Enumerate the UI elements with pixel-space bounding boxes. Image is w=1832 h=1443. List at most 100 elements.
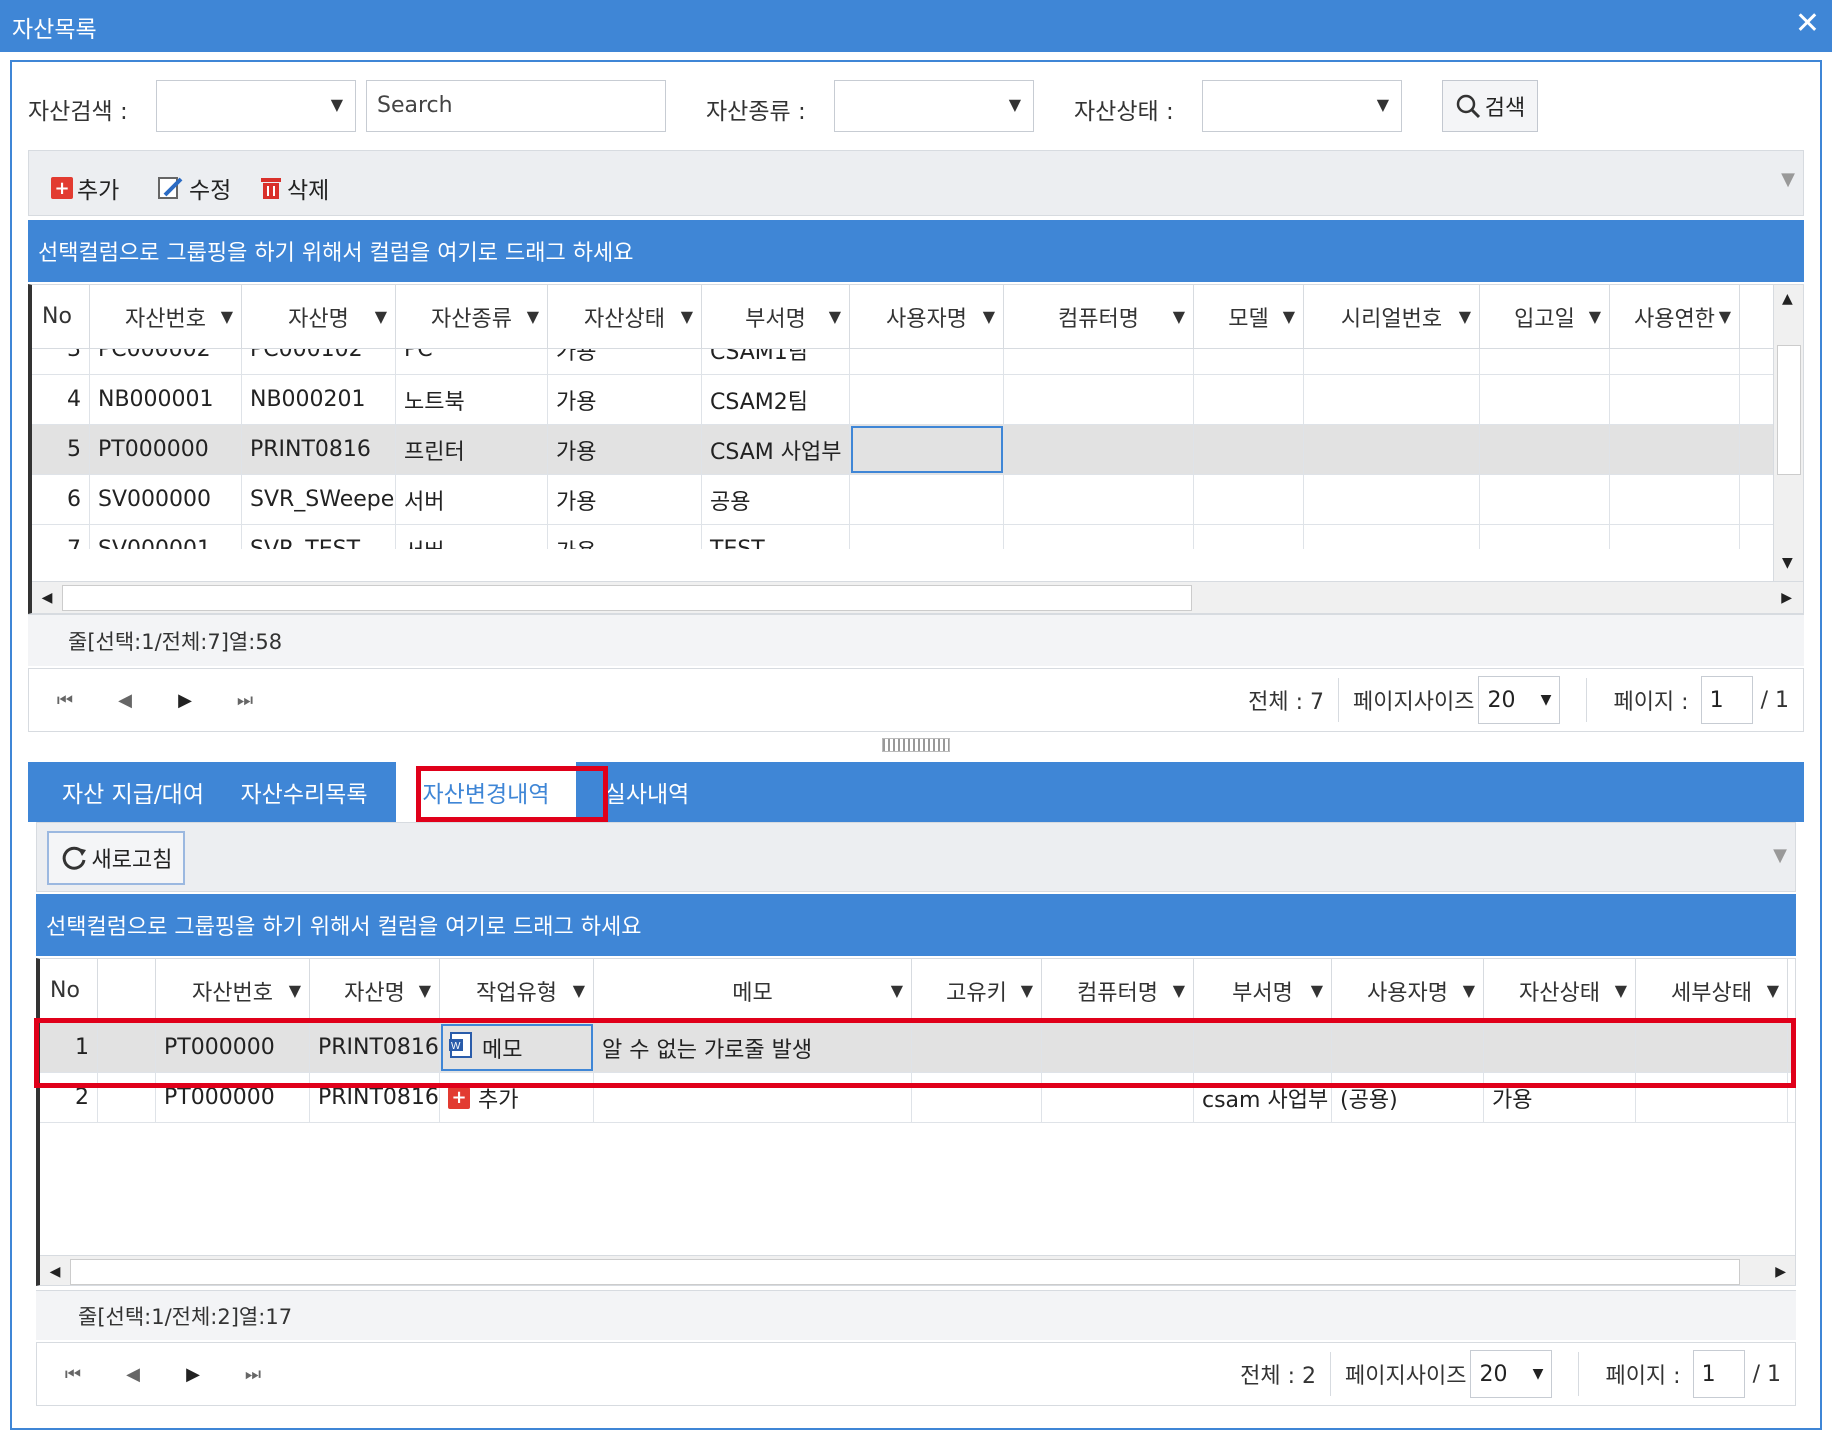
table-row[interactable]: 2 PT000000 PRINT0816 + 추가 csam 사업부 (공용) 가용 bbox=[40, 1073, 1795, 1123]
table-row[interactable]: 7SV000001SVR_TEST서버가용TEST bbox=[32, 525, 1803, 549]
filter-icon[interactable]: ▼ bbox=[1311, 981, 1323, 1000]
table-row[interactable]: 6 SV000000 SVR_SWeeper 서버 가용 공용 bbox=[32, 475, 1803, 525]
collapse-icon[interactable]: ▼ bbox=[1781, 169, 1795, 190]
table-cell[interactable]: 3 bbox=[32, 349, 90, 374]
filter-icon[interactable]: ▼ bbox=[1767, 981, 1779, 1000]
column-header[interactable]: 자산명 ▼ bbox=[310, 959, 440, 1022]
table-cell[interactable]: PRINT0816 bbox=[242, 425, 396, 474]
table-cell[interactable] bbox=[1194, 1023, 1332, 1072]
scroll-thumb[interactable] bbox=[70, 1258, 1740, 1285]
table-cell[interactable]: PC000002 bbox=[90, 349, 242, 374]
table-cell[interactable]: 가용 bbox=[548, 425, 702, 474]
filter-icon[interactable]: ▼ bbox=[1615, 981, 1627, 1000]
next-page-icon[interactable]: ▶ bbox=[173, 1364, 213, 1385]
table-cell[interactable] bbox=[1610, 425, 1740, 474]
scroll-up-icon[interactable]: ▲ bbox=[1782, 291, 1793, 307]
column-header[interactable]: 자산번호 ▼ bbox=[156, 959, 310, 1022]
filter-icon[interactable]: ▼ bbox=[221, 307, 233, 326]
table-cell[interactable]: 2 bbox=[40, 1073, 98, 1122]
column-header[interactable]: No bbox=[32, 285, 90, 348]
table-cell[interactable] bbox=[1332, 1023, 1484, 1072]
table-cell[interactable] bbox=[1636, 1023, 1788, 1072]
table-cell[interactable]: 6 bbox=[32, 475, 90, 524]
table-cell[interactable]: W 메모 bbox=[440, 1023, 594, 1072]
table-cell[interactable]: CSAM 사업부 bbox=[702, 425, 850, 474]
refresh-button[interactable]: 새로고침 bbox=[47, 831, 185, 885]
table-cell[interactable]: (공용) bbox=[1332, 1073, 1484, 1122]
column-header[interactable]: 시리얼번호 ▼ bbox=[1304, 285, 1480, 348]
column-header[interactable]: 컴퓨터명 ▼ bbox=[1042, 959, 1194, 1022]
table-cell[interactable] bbox=[1194, 475, 1304, 524]
table-cell[interactable]: 가용 bbox=[548, 475, 702, 524]
table-row[interactable]: 4 NB000001 NB000201 노트북 가용 CSAM2팀 bbox=[32, 375, 1803, 425]
asset-search-combo[interactable]: ▼ bbox=[156, 80, 356, 132]
column-header[interactable]: 자산번호 ▼ bbox=[90, 285, 242, 348]
scroll-right-icon[interactable]: ▶ bbox=[1775, 1264, 1786, 1280]
column-header[interactable]: 세부상태 ▼ bbox=[1636, 959, 1788, 1022]
page-size-select[interactable]: 20 ▼ bbox=[1478, 676, 1561, 724]
table-cell[interactable] bbox=[1194, 525, 1304, 549]
table-row[interactable]: 5 PT000000 PRINT0816 프린터 가용 CSAM 사업부 bbox=[32, 425, 1803, 475]
table-cell[interactable] bbox=[1480, 525, 1610, 549]
add-button[interactable]: + 추가 bbox=[51, 171, 119, 205]
table-cell[interactable]: 알 수 없는 가로줄 발생 bbox=[594, 1023, 912, 1072]
table-cell[interactable]: PT000000 bbox=[156, 1073, 310, 1122]
table-cell[interactable] bbox=[1304, 349, 1480, 374]
table-cell[interactable] bbox=[1610, 375, 1740, 424]
column-header[interactable]: 자산상태 ▼ bbox=[548, 285, 702, 348]
table-cell[interactable] bbox=[1480, 375, 1610, 424]
table-cell[interactable]: SV000001 bbox=[90, 525, 242, 549]
column-header[interactable]: 메모 ▼ bbox=[594, 959, 912, 1022]
asset-type-combo[interactable]: ▼ bbox=[834, 80, 1034, 132]
search-input[interactable]: Search bbox=[366, 80, 666, 132]
filter-icon[interactable]: ▼ bbox=[1463, 981, 1475, 1000]
table-cell[interactable] bbox=[1480, 349, 1610, 374]
table-cell[interactable]: 프린터 bbox=[396, 425, 548, 474]
column-header[interactable]: 입고일 ▼ bbox=[1480, 285, 1610, 348]
table-cell[interactable]: 가용 bbox=[1484, 1073, 1636, 1122]
table-cell[interactable] bbox=[1636, 1073, 1788, 1122]
filter-icon[interactable]: ▼ bbox=[1173, 307, 1185, 326]
edit-button[interactable]: 수정 bbox=[157, 171, 231, 205]
column-header[interactable]: 작업유형 ▼ bbox=[440, 959, 594, 1022]
column-header[interactable]: 사용자명 ▼ bbox=[850, 285, 1004, 348]
tab-inspection[interactable]: 실사내역 bbox=[582, 762, 712, 822]
column-header[interactable]: 부서명 ▼ bbox=[1194, 959, 1332, 1022]
table-cell[interactable]: PC000102 bbox=[242, 349, 396, 374]
table-cell[interactable] bbox=[1480, 475, 1610, 524]
column-header[interactable] bbox=[98, 959, 156, 1022]
filter-icon[interactable]: ▼ bbox=[681, 307, 693, 326]
filter-icon[interactable]: ▼ bbox=[1459, 307, 1471, 326]
table-cell[interactable] bbox=[1304, 525, 1480, 549]
filter-icon[interactable]: ▼ bbox=[1283, 307, 1295, 326]
column-header[interactable]: 자산명 ▼ bbox=[242, 285, 396, 348]
filter-icon[interactable]: ▼ bbox=[983, 307, 995, 326]
table-cell[interactable] bbox=[1194, 425, 1304, 474]
scroll-thumb[interactable] bbox=[1777, 345, 1801, 475]
horizontal-scrollbar[interactable]: ◀ ▶ bbox=[40, 1255, 1795, 1285]
table-cell[interactable]: SVR_SWeeper bbox=[242, 475, 396, 524]
table-cell[interactable]: 서버 bbox=[396, 475, 548, 524]
table-cell[interactable] bbox=[1304, 475, 1480, 524]
table-cell[interactable] bbox=[1042, 1073, 1194, 1122]
asset-status-combo[interactable]: ▼ bbox=[1202, 80, 1402, 132]
filter-icon[interactable]: ▼ bbox=[829, 307, 841, 326]
tab-asset-change-history[interactable]: 자산변경내역 bbox=[396, 762, 576, 822]
table-cell[interactable] bbox=[1004, 475, 1194, 524]
group-by-banner[interactable]: 선택컬럼으로 그룹핑을 하기 위해서 컬럼을 여기로 드래그 하세요 bbox=[36, 894, 1796, 956]
column-header[interactable]: 사용연한 ▼ bbox=[1610, 285, 1740, 348]
table-cell[interactable]: + 추가 bbox=[440, 1073, 594, 1122]
group-by-banner[interactable]: 선택컬럼으로 그룹핑을 하기 위해서 컬럼을 여기로 드래그 하세요 bbox=[28, 220, 1804, 282]
table-cell[interactable]: 공용 bbox=[702, 475, 850, 524]
page-input[interactable]: 1 bbox=[1692, 1350, 1745, 1398]
horizontal-scrollbar[interactable]: ◀ ▶ bbox=[32, 581, 1803, 613]
scroll-thumb[interactable] bbox=[62, 584, 1192, 611]
filter-icon[interactable]: ▼ bbox=[419, 981, 431, 1000]
filter-icon[interactable]: ▼ bbox=[375, 307, 387, 326]
vertical-scrollbar[interactable]: ▲ ▼ bbox=[1773, 285, 1803, 581]
table-cell[interactable] bbox=[1304, 375, 1480, 424]
table-cell[interactable]: 7 bbox=[32, 525, 90, 549]
scroll-down-icon[interactable]: ▼ bbox=[1782, 555, 1793, 571]
table-cell[interactable]: 노트북 bbox=[396, 375, 548, 424]
table-cell[interactable]: PRINT0816 bbox=[310, 1073, 440, 1122]
